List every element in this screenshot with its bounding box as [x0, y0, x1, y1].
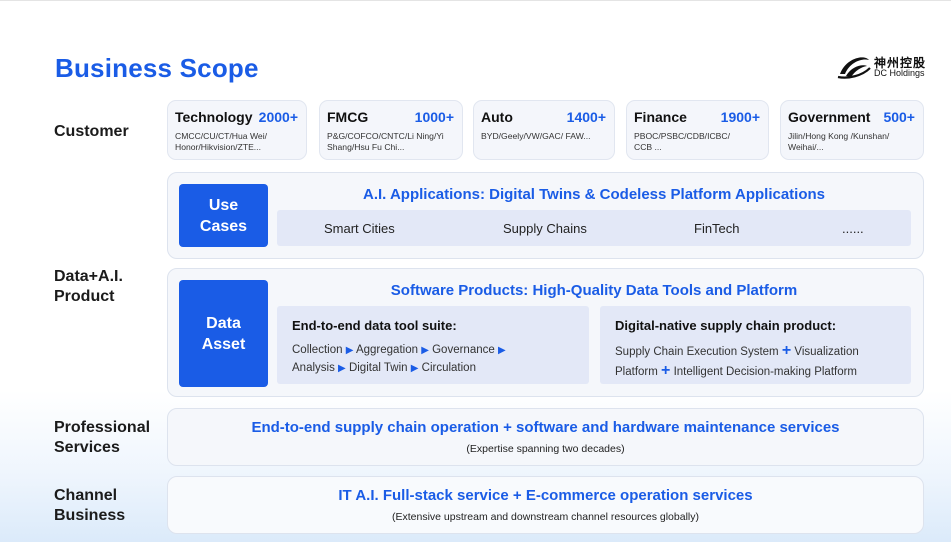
arrow-right-icon: ▶	[345, 345, 354, 356]
row-label-customer: Customer	[54, 123, 129, 140]
step-label: Aggregation	[355, 344, 418, 356]
supply-chain-product-box: Digital-native supply chain product: Sup…	[600, 306, 911, 384]
page-title: Business Scope	[55, 53, 259, 83]
professional-services-subtext: (Expertise spanning two decades)	[466, 443, 625, 455]
channel-business-subtext: (Extensive upstream and downstream chann…	[392, 511, 699, 523]
use-case-item: FinTech	[694, 221, 740, 236]
product-label: Visualization	[794, 346, 859, 358]
step-label: Analysis	[292, 362, 335, 374]
row-label-line: Business	[54, 507, 126, 524]
customer-desc: Weihai/...	[788, 142, 824, 152]
use-case-item: Smart Cities	[324, 221, 395, 236]
product-label: Platform	[615, 366, 658, 378]
customer-count: 1400+	[566, 109, 606, 125]
customer-count: 500+	[883, 109, 915, 125]
box-label-line: Data	[206, 314, 241, 332]
row-label-data-ai: Data+A.I. Product	[54, 267, 123, 307]
plus-icon: +	[661, 362, 671, 379]
data-tool-suite-title: End-to-end data tool suite:	[292, 318, 457, 333]
customer-desc: BYD/Geely/VW/GAC/ FAW...	[481, 131, 591, 141]
customer-desc: CCB ...	[634, 142, 662, 152]
data-asset-heading: Software Products: High-Quality Data Too…	[390, 282, 798, 299]
professional-services-heading: End-to-end supply chain operation + soft…	[251, 419, 840, 436]
arrow-right-icon: ▶	[410, 363, 419, 374]
use-case-item: Supply Chains	[503, 221, 587, 236]
customer-desc: CMCC/CU/CT/Hua Wei/	[175, 131, 267, 141]
customer-card-finance: Finance 1900+ PBOC/PSBC/CDB/ICBC/ CCB ..…	[626, 100, 769, 160]
customer-name: Government	[788, 109, 871, 125]
row-label-line: Services	[54, 439, 120, 456]
channel-business-panel	[167, 476, 924, 534]
data-tool-suite-box: End-to-end data tool suite: Collection ▶…	[277, 306, 589, 384]
row-label-channel: Channel Business	[54, 486, 125, 526]
box-label-line: Cases	[199, 217, 248, 235]
product-label: Supply Chain Execution System	[615, 346, 779, 358]
customer-desc: Jilin/Hong Kong /Kunshan/	[788, 131, 890, 141]
arrow-right-icon: ▶	[421, 345, 429, 356]
data-asset-box: Data Asset	[179, 280, 268, 387]
customer-count: 2000+	[258, 109, 298, 125]
customer-name: FMCG	[327, 109, 369, 125]
customer-card-fmcg: FMCG 1000+ P&G/COFCO/CNTC/Li Ning/Yi Sha…	[319, 100, 463, 160]
customer-name: Auto	[481, 109, 513, 125]
row-label-professional: Professional Services	[54, 418, 150, 458]
arrow-right-icon: ▶	[497, 345, 506, 356]
supply-chain-product-title: Digital-native supply chain product:	[615, 318, 837, 333]
logo-english-text: DC Holdings	[874, 68, 925, 78]
box-label-line: Asset	[201, 335, 246, 353]
supply-chain-product-line: Platform + Intelligent Decision-making P…	[615, 362, 857, 380]
use-case-item: ......	[842, 221, 864, 236]
row-label-line: Channel	[54, 487, 118, 504]
company-logo: 神州控股 DC Holdings	[836, 52, 936, 82]
product-label: Intelligent Decision-making Platform	[673, 366, 858, 378]
step-label: Governance	[432, 344, 495, 356]
use-cases-heading: A.I. Applications: Digital Twins & Codel…	[363, 186, 825, 203]
customer-desc: P&G/COFCO/CNTC/Li Ning/Yi	[327, 131, 444, 141]
logo-swirl-icon	[837, 57, 871, 79]
customer-name: Finance	[634, 109, 687, 125]
channel-business-heading: IT A.I. Full-stack service + E-commerce …	[338, 487, 753, 504]
customer-count: 1900+	[720, 109, 760, 125]
customer-card-technology: Technology 2000+ CMCC/CU/CT/Hua Wei/ Hon…	[167, 100, 307, 160]
step-label: Digital Twin	[348, 362, 408, 374]
customer-desc: Shang/Hsu Fu Chi...	[327, 142, 405, 152]
row-label-line: Professional	[54, 419, 151, 436]
customer-card-auto: Auto 1400+ BYD/Geely/VW/GAC/ FAW...	[473, 100, 615, 160]
arrow-right-icon: ▶	[338, 363, 346, 374]
customer-desc: PBOC/PSBC/CDB/ICBC/	[634, 131, 730, 141]
use-cases-strip: Smart Cities Supply Chains FinTech .....…	[277, 210, 911, 246]
box-label-line: Use	[208, 196, 239, 214]
plus-icon: +	[781, 342, 792, 359]
customer-name: Technology	[175, 109, 253, 125]
row-label-line: Product	[54, 288, 115, 305]
customer-desc: Honor/Hikvision/ZTE...	[175, 142, 261, 152]
data-tool-steps-line: Analysis ▶ Digital Twin ▶ Circulation	[292, 362, 476, 374]
professional-services-panel	[167, 408, 924, 466]
step-label: Circulation	[421, 362, 476, 374]
use-cases-box: Use Cases	[179, 184, 268, 247]
step-label: Collection	[292, 344, 343, 356]
slide: Business Scope 神州控股 DC Holdings Customer…	[0, 0, 951, 542]
data-tool-steps-line: Collection ▶ Aggregation ▶ Governance ▶	[292, 344, 506, 356]
customer-count: 1000+	[414, 109, 454, 125]
row-label-line: Data+A.I.	[54, 268, 123, 285]
customer-card-government: Government 500+ Jilin/Hong Kong /Kunshan…	[780, 100, 924, 160]
supply-chain-product-line: Supply Chain Execution System + Visualiz…	[615, 342, 859, 360]
